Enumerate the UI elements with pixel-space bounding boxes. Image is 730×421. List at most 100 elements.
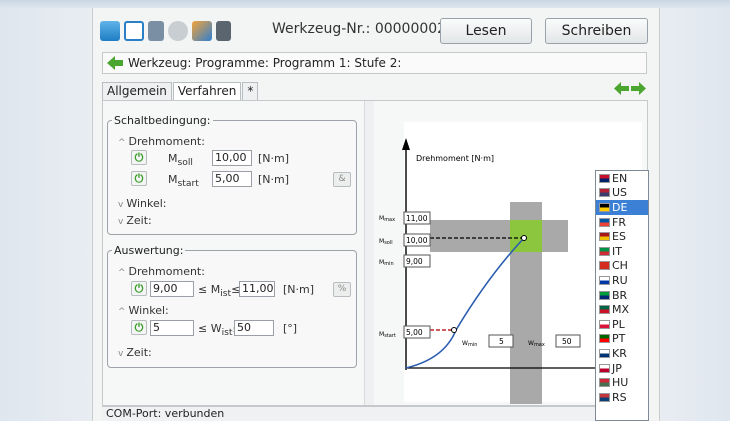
w-unit: [°] <box>283 322 298 335</box>
trash-icon[interactable] <box>216 21 231 41</box>
mmin-label: Mmin <box>379 259 394 267</box>
language-item-de[interactable]: DE <box>596 200 648 215</box>
write-button[interactable]: Schreiben <box>545 18 648 44</box>
language-item-es[interactable]: ES <box>596 229 648 244</box>
language-code: BR <box>612 288 628 302</box>
mstart-label: Mstart <box>168 173 199 190</box>
schaltbedingung-title: Schaltbedingung: <box>112 114 213 127</box>
language-code: PL <box>612 317 625 331</box>
flag-icon <box>599 348 610 358</box>
tab-add[interactable]: * <box>242 82 259 100</box>
language-item-mx[interactable]: MX <box>596 302 648 317</box>
settings-icon[interactable] <box>168 21 188 41</box>
language-item-pl[interactable]: PL <box>596 317 648 332</box>
language-code: CH <box>612 259 628 273</box>
zeit-section[interactable]: v Zeit: <box>118 214 152 227</box>
wmin-label: Wmin <box>462 340 477 348</box>
moment-edit-button[interactable]: % <box>333 282 351 297</box>
language-item-ru[interactable]: RU <box>596 273 648 288</box>
torque-window <box>430 220 568 252</box>
language-code: RU <box>612 273 628 287</box>
msoll-unit: [N·m] <box>258 152 290 165</box>
wmin-value: 5 <box>499 337 504 346</box>
flag-icon <box>599 232 610 242</box>
list-icon[interactable] <box>148 21 164 41</box>
arrow-right-icon[interactable] <box>631 82 646 95</box>
m-min-input[interactable]: 9,00 <box>150 281 194 297</box>
msoll-diagram-label: Msoll <box>379 238 393 246</box>
msoll-label: Msoll <box>168 152 193 169</box>
flag-icon <box>599 173 610 183</box>
tab-allgemein[interactable]: Allgemein <box>102 82 172 100</box>
language-code: ES <box>612 230 626 244</box>
language-item-us[interactable]: US <box>596 186 648 201</box>
flag-icon <box>599 363 610 373</box>
flag-icon <box>599 334 610 344</box>
auswertung-winkel-power-toggle[interactable]: ⏻ <box>131 320 147 335</box>
flag-icon <box>599 202 610 212</box>
mmax-value: 11,00 <box>406 214 428 223</box>
language-item-pt[interactable]: PT <box>596 332 648 347</box>
auswertung-winkel-section[interactable]: ^ Winkel: <box>118 304 169 317</box>
drehmoment-label: Drehmoment: <box>128 135 205 148</box>
desktop-right-margin <box>660 8 730 421</box>
flag-icon <box>599 305 610 315</box>
flag-icon <box>599 319 610 329</box>
language-item-kr[interactable]: KR <box>596 346 648 361</box>
drehmoment-section[interactable]: ^ Drehmoment: <box>118 135 205 148</box>
navigation-arrows <box>614 82 646 95</box>
msoll-point <box>521 235 527 241</box>
language-item-rs[interactable]: RS <box>596 390 648 405</box>
status-bar: COM-Port: verbunden <box>102 406 648 421</box>
auswertung-drehmoment-section[interactable]: ^ Drehmoment: <box>118 265 205 278</box>
language-item-ch[interactable]: CH <box>596 259 648 274</box>
back-arrow-icon[interactable] <box>107 56 123 70</box>
w-min-input[interactable]: 5 <box>150 320 194 336</box>
mstart-power-toggle[interactable]: ⏻ <box>131 171 147 186</box>
language-code: FR <box>612 215 626 229</box>
collapse-icon: ^ <box>118 268 126 278</box>
read-button[interactable]: Lesen <box>440 18 532 44</box>
w-max-input[interactable]: 50 <box>234 320 274 336</box>
winkel-section[interactable]: v Winkel: <box>118 197 167 210</box>
save-icon[interactable] <box>124 21 144 41</box>
mstart-edit-button[interactable]: & <box>333 172 351 187</box>
language-item-br[interactable]: BR <box>596 288 648 303</box>
language-code: US <box>612 186 628 200</box>
language-code: RS <box>612 390 627 404</box>
tab-verfahren[interactable]: Verfahren <box>172 82 242 100</box>
language-item-fr[interactable]: FR <box>596 215 648 230</box>
flag-icon <box>599 246 610 256</box>
language-code: JP <box>612 361 622 375</box>
mstart-diagram-value: 5,00 <box>406 328 423 337</box>
m-max-input[interactable]: 11,00 <box>239 281 275 297</box>
mmax-label: Mmax <box>379 215 395 223</box>
msoll-power-toggle[interactable]: ⏻ <box>131 150 147 165</box>
language-dropdown-list[interactable]: EN US DE FR ES IT CH RU BR MX PL PT KR JP HU RS <box>595 170 649 421</box>
folder-icon[interactable] <box>100 21 120 41</box>
flag-icon <box>599 188 610 198</box>
breadcrumb-text: Werkzeug: Programme: Programm 1: Stufe 2… <box>128 56 402 70</box>
language-code: PT <box>612 332 626 346</box>
auswertung-moment-power-toggle[interactable]: ⏻ <box>131 281 147 296</box>
user-icon[interactable] <box>192 21 212 41</box>
flag-icon <box>599 275 610 285</box>
vertical-scrollbar[interactable] <box>364 101 374 405</box>
wmax-value: 50 <box>562 337 572 346</box>
desktop-left-margin <box>0 8 92 421</box>
language-item-it[interactable]: IT <box>596 244 648 259</box>
msoll-input[interactable]: 10,00 <box>212 150 252 166</box>
flag-icon <box>599 217 610 227</box>
language-item-jp[interactable]: JP <box>596 361 648 376</box>
auswertung-title: Auswertung: <box>112 244 186 257</box>
collapse-icon: ^ <box>118 307 126 317</box>
breadcrumb: Werkzeug: Programme: Programm 1: Stufe 2… <box>102 52 647 74</box>
mmin-value: 9,00 <box>406 257 423 266</box>
m-unit: [N·m] <box>283 283 315 296</box>
mstart-input[interactable]: 5,00 <box>212 171 252 187</box>
flag-icon <box>599 392 610 402</box>
language-item-en[interactable]: EN <box>596 171 648 186</box>
language-item-hu[interactable]: HU <box>596 375 648 390</box>
auswertung-zeit-section[interactable]: v Zeit: <box>118 346 152 359</box>
arrow-left-icon[interactable] <box>614 82 629 95</box>
